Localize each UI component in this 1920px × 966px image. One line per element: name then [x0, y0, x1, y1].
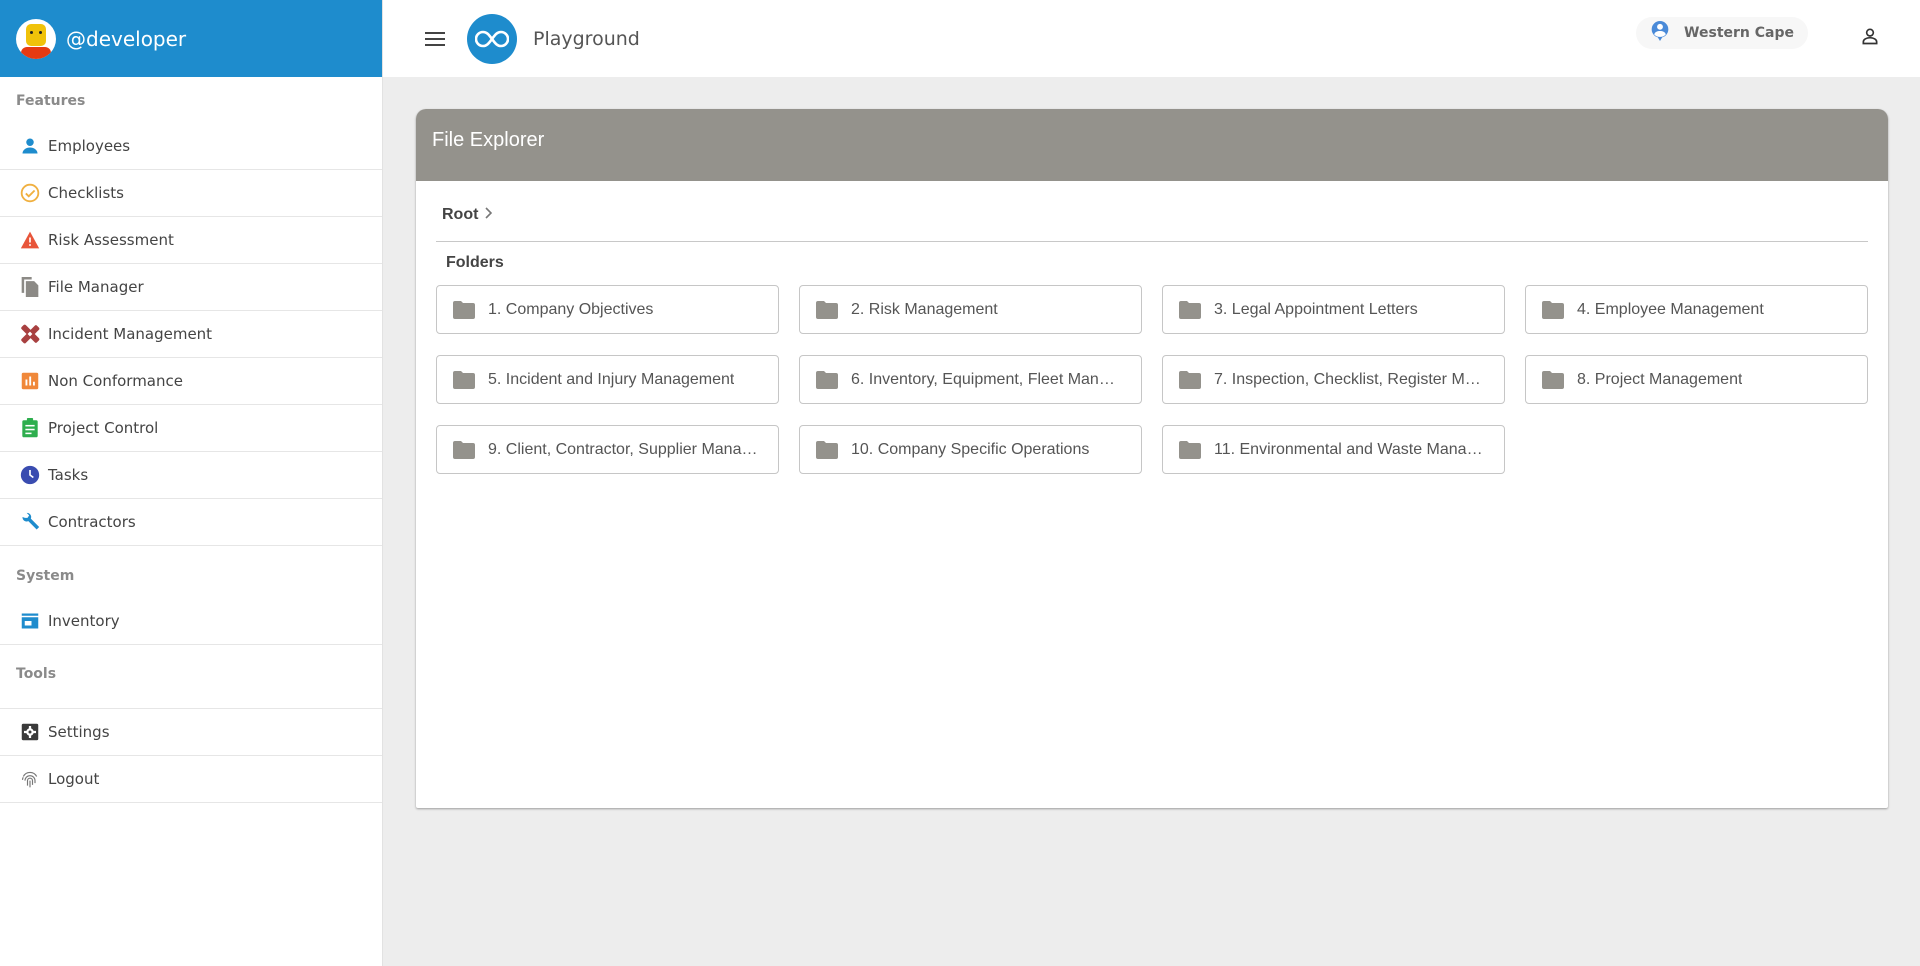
clock-icon — [20, 465, 40, 485]
sidebar-item-label: Risk Assessment — [48, 231, 174, 249]
sidebar-item-logout[interactable]: Logout — [0, 756, 382, 803]
folder-item[interactable]: 1. Company Objectives — [436, 285, 779, 334]
breadcrumb-root[interactable]: Root — [442, 206, 478, 224]
folder-icon — [816, 370, 838, 389]
sidebar-item-label: Incident Management — [48, 325, 213, 343]
folder-icon — [453, 440, 475, 459]
region-selector[interactable]: Western Cape — [1636, 17, 1808, 49]
folder-icon — [1179, 370, 1201, 389]
folder-name: 10. Company Specific Operations — [851, 440, 1090, 458]
folder-icon — [1179, 300, 1201, 319]
sidebar-item-tasks[interactable]: Tasks — [0, 452, 382, 499]
sidebar-item-label: Inventory — [48, 612, 120, 630]
sidebar-item-label: Non Conformance — [48, 372, 183, 390]
folder-item[interactable]: 8. Project Management — [1525, 355, 1868, 404]
sidebar-item-inventory[interactable]: Inventory — [0, 598, 382, 645]
folder-icon — [816, 440, 838, 459]
bar-chart-icon — [20, 371, 40, 391]
folder-name: 2. Risk Management — [851, 300, 998, 318]
app-title: Playground — [533, 27, 640, 50]
folders-heading: Folders — [446, 254, 504, 271]
chevron-right-icon — [484, 206, 493, 224]
account-icon[interactable] — [1860, 26, 1880, 51]
person-icon — [20, 136, 40, 156]
folder-name: 6. Inventory, Equipment, Fleet Managemen… — [851, 370, 1123, 388]
folder-icon — [453, 300, 475, 319]
section-tools: Tools — [0, 645, 382, 709]
folder-name: 4. Employee Management — [1577, 300, 1764, 318]
card-title: File Explorer — [432, 129, 545, 151]
folder-item[interactable]: 2. Risk Management — [799, 285, 1142, 334]
file-copy-icon — [20, 277, 40, 297]
sidebar-item-settings[interactable]: Settings — [0, 709, 382, 756]
avatar[interactable] — [16, 18, 56, 59]
fingerprint-icon — [20, 769, 40, 789]
bandage-icon — [20, 324, 40, 344]
location-person-icon — [1650, 20, 1670, 47]
settings-icon — [20, 722, 40, 742]
sidebar-item-contractors[interactable]: Contractors — [0, 499, 382, 546]
warning-icon — [20, 230, 40, 250]
breadcrumb: Root — [436, 181, 1868, 242]
sidebar-item-checklists[interactable]: Checklists — [0, 170, 382, 217]
folder-icon — [1542, 300, 1564, 319]
sidebar-item-risk-assessment[interactable]: Risk Assessment — [0, 217, 382, 264]
card-header: File Explorer — [416, 109, 1888, 181]
folder-name: 1. Company Objectives — [488, 300, 654, 318]
sidebar-item-label: Settings — [48, 723, 110, 741]
folder-name: 11. Environmental and Waste Management — [1214, 440, 1486, 458]
folder-name: 3. Legal Appointment Letters — [1214, 300, 1418, 318]
section-system: System — [16, 568, 75, 584]
wrench-icon — [20, 512, 40, 532]
folder-item[interactable]: 3. Legal Appointment Letters — [1162, 285, 1505, 334]
folder-item[interactable]: 6. Inventory, Equipment, Fleet Managemen… — [799, 355, 1142, 404]
app-logo-infinity-icon — [467, 13, 517, 64]
sidebar-item-non-conformance[interactable]: Non Conformance — [0, 358, 382, 405]
folder-item[interactable]: 9. Client, Contractor, Supplier Manageme… — [436, 425, 779, 474]
section-features: Features — [16, 93, 86, 109]
sidebar-item-label: Project Control — [48, 419, 159, 437]
folder-name: 8. Project Management — [1577, 370, 1743, 388]
avatar-body — [21, 46, 51, 59]
sidebar-item-label: Contractors — [48, 513, 136, 531]
sidebar-item-file-manager[interactable]: File Manager — [0, 264, 382, 311]
clipboard-icon — [20, 418, 40, 438]
folder-item[interactable]: 11. Environmental and Waste Management — [1162, 425, 1505, 474]
sidebar-item-project-control[interactable]: Project Control — [0, 405, 382, 452]
folder-item[interactable]: 5. Incident and Injury Management — [436, 355, 779, 404]
sidebar-header: @developer — [0, 0, 382, 77]
file-explorer-card: File Explorer Root Folders 1. Company Ob… — [416, 109, 1888, 808]
folder-item[interactable]: 10. Company Specific Operations — [799, 425, 1142, 474]
sidebar-item-label: File Manager — [48, 278, 144, 296]
check-circle-icon — [20, 183, 40, 203]
folder-icon — [1179, 440, 1201, 459]
region-label: Western Cape — [1684, 25, 1794, 41]
folder-name: 5. Incident and Injury Management — [488, 370, 735, 388]
folder-icon — [816, 300, 838, 319]
folder-icon — [1542, 370, 1564, 389]
top-app-bar: Playground Western Cape — [383, 0, 1920, 77]
folder-grid: 1. Company Objectives 2. Risk Management 3… — [436, 285, 1888, 474]
menu-icon[interactable] — [425, 31, 445, 46]
username: @developer — [66, 26, 187, 51]
sidebar-item-label: Tasks — [48, 466, 89, 484]
sidebar-item-label: Checklists — [48, 184, 124, 202]
folder-name: 7. Inspection, Checklist, Register Manag… — [1214, 370, 1486, 388]
sidebar-item-label: Logout — [48, 770, 100, 788]
store-icon — [20, 611, 40, 631]
avatar-face — [26, 23, 46, 46]
sidebar-item-label: Employees — [48, 137, 131, 155]
folder-name: 9. Client, Contractor, Supplier Manageme… — [488, 440, 760, 458]
sidebar-item-incident-management[interactable]: Incident Management — [0, 311, 382, 358]
sidebar-item-employees[interactable]: Employees — [0, 123, 382, 170]
sidebar: @developer Features Employees Checklists… — [0, 0, 383, 966]
folder-item[interactable]: 7. Inspection, Checklist, Register Manag… — [1162, 355, 1505, 404]
folder-item[interactable]: 4. Employee Management — [1525, 285, 1868, 334]
folder-icon — [453, 370, 475, 389]
